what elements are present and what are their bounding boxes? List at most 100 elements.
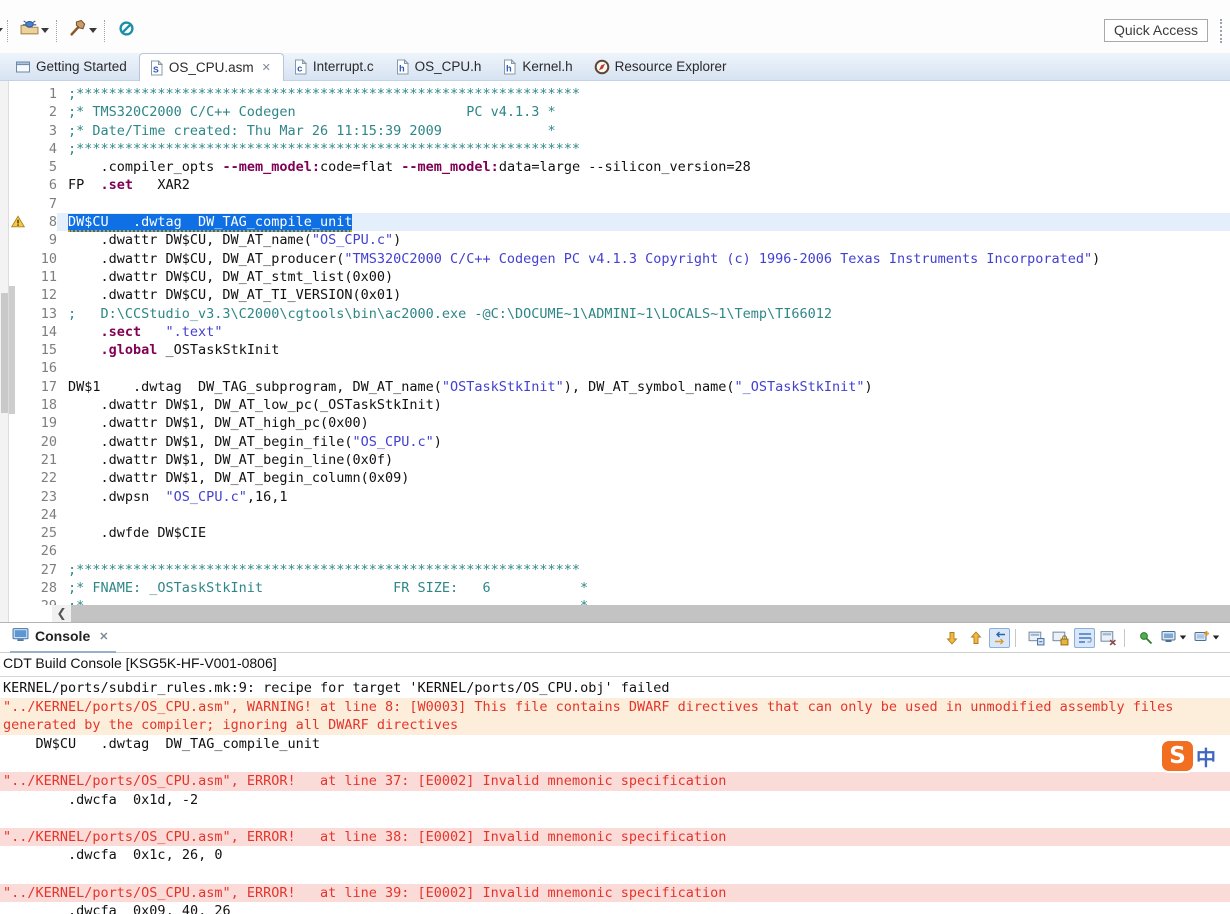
ime-indicator[interactable]: S 中: [1162, 741, 1216, 771]
code-text: .dwattr DW$CU, DW_AT_TI_VERSION(0x01): [57, 286, 1230, 304]
line-number: 13: [27, 305, 57, 323]
svg-text:h: h: [399, 63, 405, 74]
quick-access-box[interactable]: Quick Access: [1104, 19, 1208, 42]
activate-on-output-icon[interactable]: [989, 628, 1010, 648]
dropdown-icon[interactable]: [1180, 636, 1186, 640]
line-number: 3: [27, 122, 57, 140]
tab-resource-explorer[interactable]: Resource Explorer: [585, 53, 739, 80]
code-text: ; D:\CCStudio_v3.3\C2000\cgtools\bin\ac2…: [57, 305, 1230, 323]
line-number: 28: [27, 579, 57, 597]
line-number: 7: [27, 195, 57, 213]
left-ruler[interactable]: [0, 81, 9, 622]
ime-logo-icon[interactable]: S: [1162, 741, 1193, 771]
show-stdout-icon[interactable]: [1026, 628, 1047, 648]
editor-line: 19 .dwattr DW$1, DW_AT_high_pc(0x00): [9, 414, 1230, 432]
build-icon: [69, 19, 87, 42]
tab-kernel-h[interactable]: h Kernel.h: [493, 53, 584, 80]
display-selected-console-icon[interactable]: [1159, 628, 1189, 648]
toolbar-separator: [104, 20, 110, 42]
console-line-plain: .dwcfa 0x1c, 26, 0: [0, 846, 1230, 865]
annotation-ruler-cell: [9, 433, 27, 451]
overflow-chevron-icon[interactable]: [0, 28, 3, 33]
close-icon[interactable]: ✕: [99, 630, 108, 643]
search-button[interactable]: [114, 17, 139, 45]
debug-dropdown-icon[interactable]: [41, 28, 49, 33]
code-text: .dwfde DW$CIE: [57, 524, 1230, 542]
editor-line: 2;* TMS320C2000 C/C++ Codegen PC v4.1.3 …: [9, 103, 1230, 121]
clear-console-icon[interactable]: [1098, 628, 1119, 648]
annotation-ruler-cell: [9, 250, 27, 268]
code-text: .sect ".text": [57, 323, 1230, 341]
code-text: .dwattr DW$1, DW_AT_begin_column(0x09): [57, 469, 1230, 487]
dropdown-icon[interactable]: [1213, 636, 1219, 640]
console-output[interactable]: KERNEL/ports/subdir_rules.mk:9: recipe f…: [0, 677, 1230, 914]
h-file-icon: h: [502, 59, 517, 75]
code-text: .dwattr DW$1, DW_AT_low_pc(_OSTaskStkIni…: [57, 396, 1230, 414]
editor-line: 24: [9, 506, 1230, 524]
annotation-ruler-cell: [9, 561, 27, 579]
editor-line: 21 .dwattr DW$1, DW_AT_begin_line(0x0f): [9, 451, 1230, 469]
editor-line: 5 .compiler_opts --mem_model:code=flat -…: [9, 158, 1230, 176]
tab-getting-started[interactable]: Getting Started: [6, 53, 139, 80]
editor-line: 27;*************************************…: [9, 561, 1230, 579]
tab-os-cpu-h[interactable]: hOS_CPU.h: [386, 53, 494, 80]
tab-console[interactable]: Console ✕: [10, 623, 116, 653]
tab-os-cpu-asm[interactable]: SOS_CPU.asm✕: [139, 53, 284, 81]
annotation-ruler-cell: [9, 323, 27, 341]
line-number: 23: [27, 488, 57, 506]
line-number: 12: [27, 286, 57, 304]
build-button[interactable]: [66, 17, 100, 44]
annotation-ruler-cell: [9, 378, 27, 396]
toolbar-separator: [56, 20, 62, 42]
console-view: Console ✕ CDT Build Console [KSG5K-HF-V0…: [0, 622, 1230, 914]
editor-horizontal-scrollbar[interactable]: ❮: [9, 605, 1230, 622]
pin-console-icon[interactable]: [1135, 628, 1156, 648]
close-icon[interactable]: ✕: [262, 61, 271, 74]
ime-language-label: 中: [1196, 742, 1216, 771]
editor-line: 18 .dwattr DW$1, DW_AT_low_pc(_OSTaskStk…: [9, 396, 1230, 414]
console-line-error: "../KERNEL/ports/OS_CPU.asm", ERROR! at …: [0, 772, 1230, 791]
editor-line: 11 .dwattr DW$CU, DW_AT_stmt_list(0x00): [9, 268, 1230, 286]
line-number: 21: [27, 451, 57, 469]
code-text: .dwattr DW$1, DW_AT_begin_file("OS_CPU.c…: [57, 433, 1230, 451]
left-ruler-thumb[interactable]: [1, 293, 8, 413]
line-number: 24: [27, 506, 57, 524]
code-text: ;***************************************…: [57, 561, 1230, 579]
editor-tab-bar: Getting StartedSOS_CPU.asm✕cInterrupt.ch…: [0, 53, 1230, 81]
scroll-left-button[interactable]: ❮: [52, 605, 71, 622]
debug-button[interactable]: [17, 17, 52, 44]
open-console-icon[interactable]: [1192, 628, 1222, 648]
code-text: [57, 506, 1230, 524]
editor-lines[interactable]: 1 ;**************************************…: [9, 81, 1230, 605]
line-number: 26: [27, 542, 57, 560]
annotation-ruler-cell: [9, 286, 27, 304]
next-item-icon[interactable]: [941, 628, 962, 648]
editor-line: 26: [9, 542, 1230, 560]
line-number: 1: [27, 85, 57, 103]
code-text: .dwattr DW$CU, DW_AT_name("OS_CPU.c"): [57, 231, 1230, 249]
tab-label: Resource Explorer: [615, 59, 727, 74]
annotation-ruler-cell: [9, 213, 27, 231]
annotation-ruler-cell: [9, 579, 27, 597]
word-wrap-icon[interactable]: [1074, 628, 1095, 648]
previous-item-icon[interactable]: [965, 628, 986, 648]
editor-line: 13; D:\CCStudio_v3.3\C2000\cgtools\bin\a…: [9, 305, 1230, 323]
code-text: [57, 359, 1230, 377]
tab-label: OS_CPU.asm: [169, 60, 254, 75]
line-number: 25: [27, 524, 57, 542]
toolbar-separator: [1220, 19, 1226, 43]
tab-interrupt-c[interactable]: cInterrupt.c: [284, 53, 386, 80]
editor-line: 16: [9, 359, 1230, 377]
scrollbar-thumb[interactable]: [71, 605, 1230, 622]
code-text: .dwattr DW$CU, DW_AT_stmt_list(0x00): [57, 268, 1230, 286]
annotation-ruler-cell: [9, 524, 27, 542]
tab-label: Getting Started: [36, 59, 127, 74]
build-dropdown-icon[interactable]: [89, 28, 97, 33]
line-number: 19: [27, 414, 57, 432]
editor-line: 8DW$CU .dwtag DW_TAG_compile_unit: [9, 213, 1230, 231]
scroll-lock-icon[interactable]: [1050, 628, 1071, 648]
code-text: [57, 195, 1230, 213]
tab-label: Kernel.h: [522, 59, 572, 74]
line-number: 17: [27, 378, 57, 396]
annotation-ruler-cell: [9, 122, 27, 140]
